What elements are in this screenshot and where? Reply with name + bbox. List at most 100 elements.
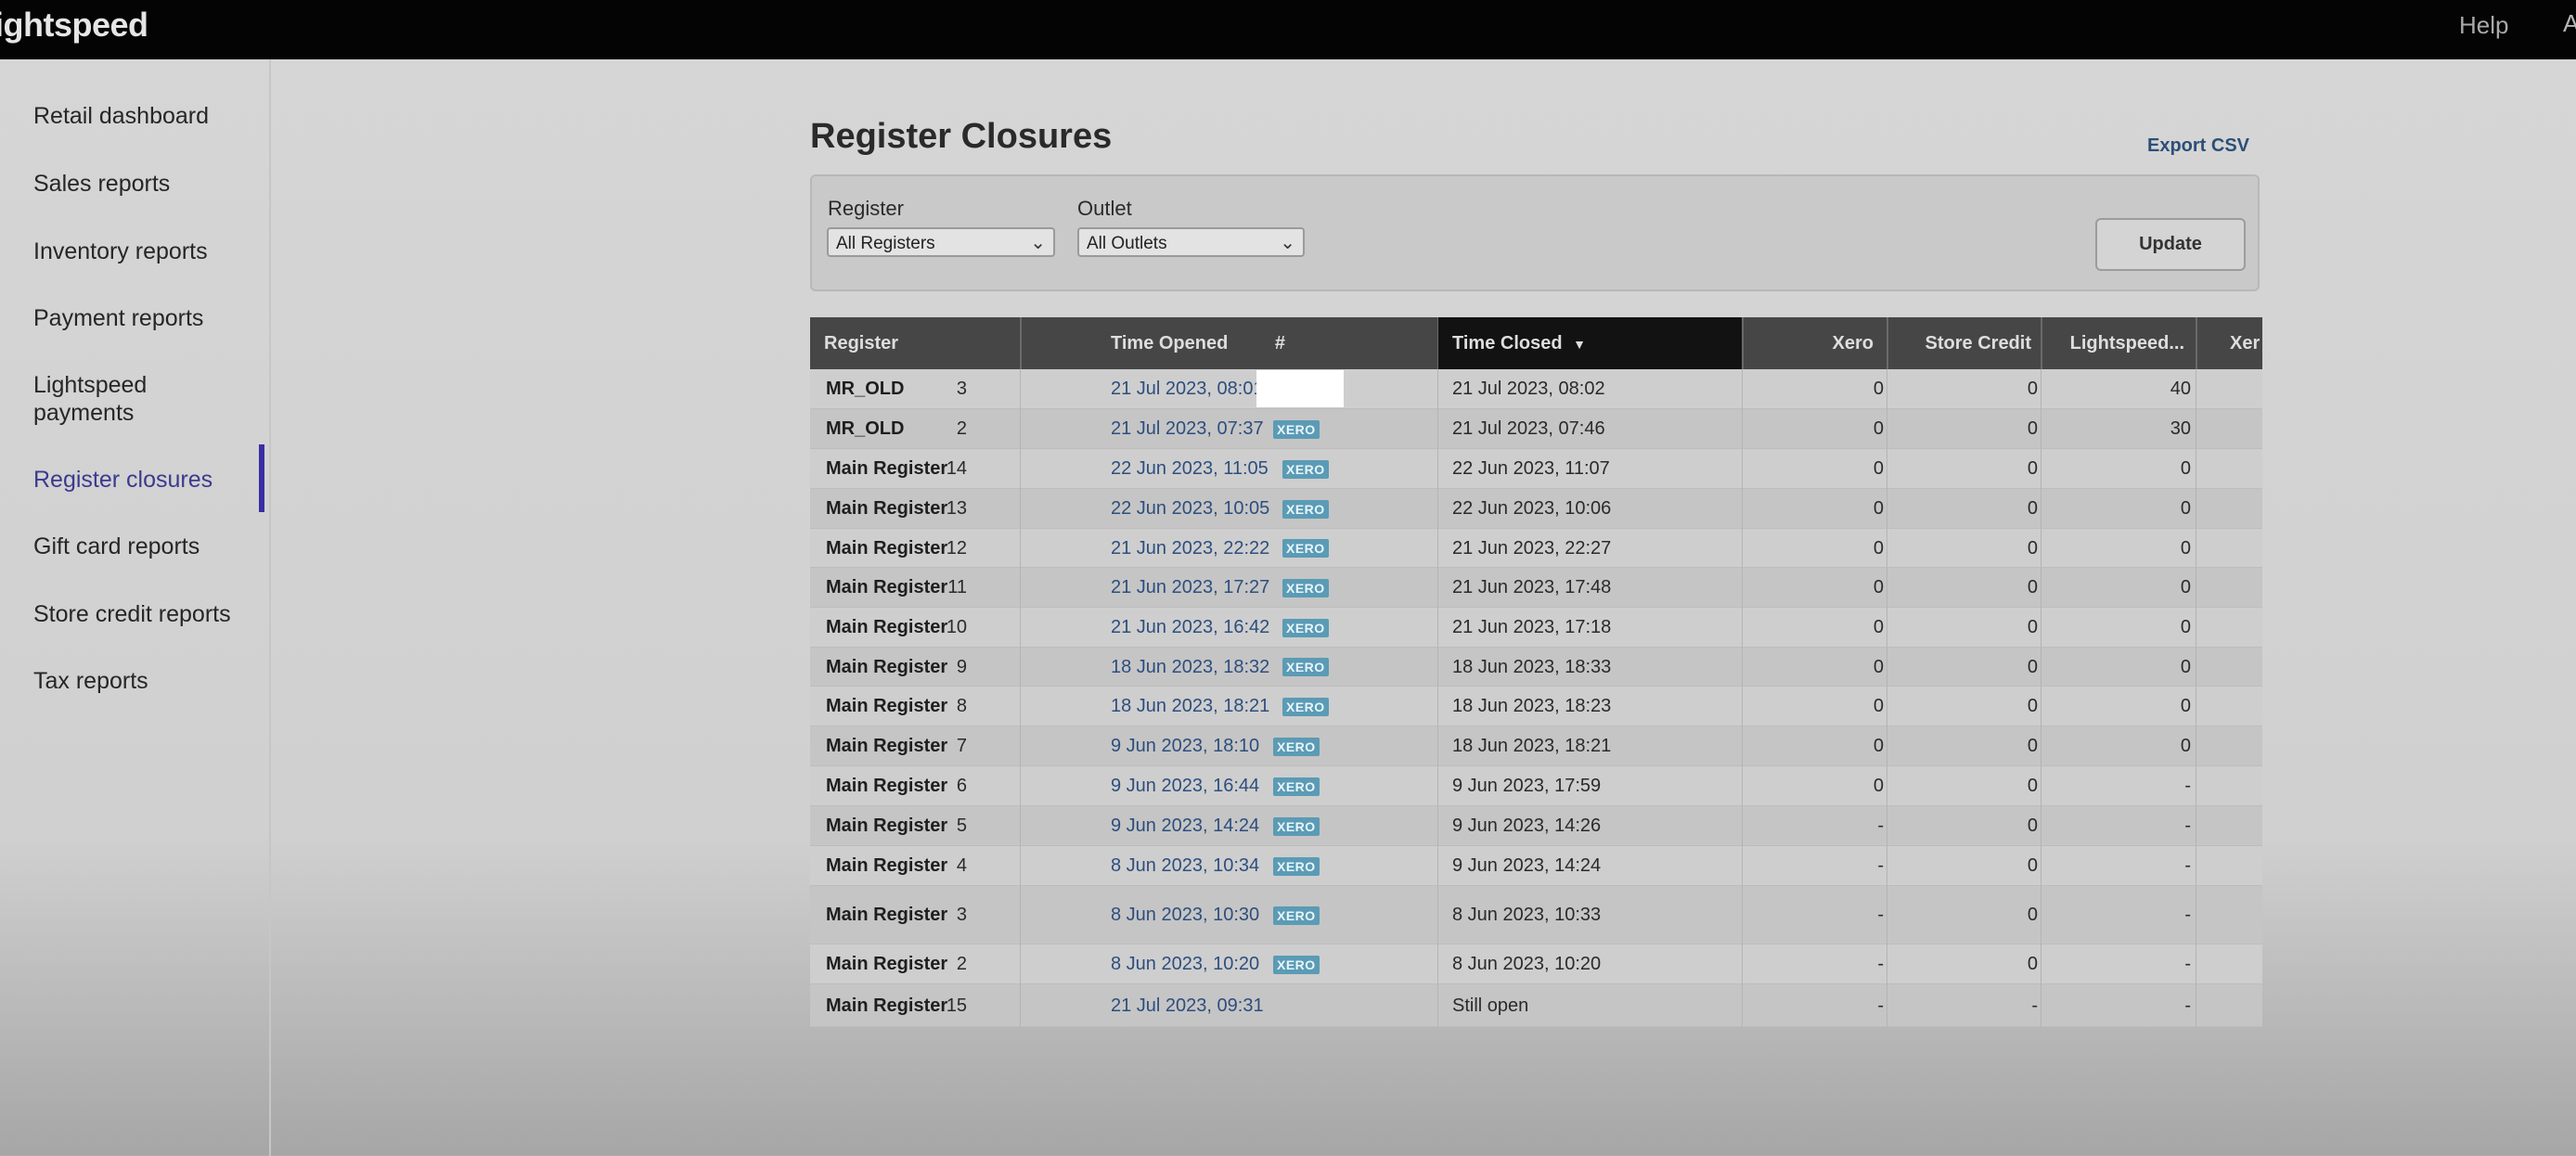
xero-badge[interactable]: XERO <box>1273 738 1320 756</box>
time-opened-link[interactable]: 21 Jul 2023, 07:37 <box>1111 409 1264 449</box>
lightspeed-cell: - <box>2184 776 2191 796</box>
xero-badge[interactable]: XERO <box>1282 619 1329 637</box>
xero-cell: - <box>1877 855 1884 876</box>
time-opened-link[interactable]: 9 Jun 2023, 16:44 <box>1111 766 1259 806</box>
xero-badge[interactable]: XERO <box>1273 817 1320 836</box>
time-opened-link[interactable]: 21 Jul 2023, 09:31 <box>1111 984 1264 1027</box>
store-credit-cell: 0 <box>2027 538 2038 559</box>
time-closed-cell: 9 Jun 2023, 14:26 <box>1452 816 1602 836</box>
sort-descending-icon: ▼ <box>1573 337 1586 352</box>
sidebar-item-payment-reports[interactable]: Payment reports <box>33 304 256 332</box>
lightspeed-cell: 0 <box>2180 736 2191 756</box>
table-row: Main Register 6 9 Jun 2023, 16:44 9 Jun 202… <box>810 766 2262 806</box>
xero-badge[interactable]: XERO <box>1282 698 1329 716</box>
table-row: MR_OLD 2 21 Jul 2023, 07:37 21 Jul 2023, 07… <box>810 409 2262 449</box>
time-closed-cell: Still open <box>1452 995 1529 1016</box>
lightspeed-cell: 0 <box>2180 657 2191 677</box>
table-row: Main Register 12 21 Jun 2023, 22:22 21 Jun … <box>810 529 2262 568</box>
column-header-time-closed[interactable]: Time Closed ▼ <box>1438 317 1742 369</box>
time-closed-cell: 22 Jun 2023, 10:06 <box>1452 498 1612 519</box>
column-header-time-opened[interactable]: Time Opened <box>1111 317 1389 369</box>
register-select-value: All Registers <box>836 234 935 253</box>
time-opened-link[interactable]: 21 Jul 2023, 08:01 <box>1111 369 1264 409</box>
outlet-select[interactable]: All Outlets ⌄ <box>1077 227 1305 257</box>
time-opened-link[interactable]: 18 Jun 2023, 18:32 <box>1111 648 1269 687</box>
sidebar-item-inventory-reports[interactable]: Inventory reports <box>33 238 256 265</box>
table-row: Main Register 7 9 Jun 2023, 18:10 18 Jun 20… <box>810 726 2262 766</box>
brand-logo[interactable]: ightspeed <box>0 6 148 45</box>
xero-badge[interactable]: XERO <box>1282 658 1329 676</box>
xero-badge[interactable]: XERO <box>1282 500 1329 519</box>
store-credit-cell: 0 <box>2027 458 2038 479</box>
store-credit-cell: 0 <box>2027 816 2038 836</box>
store-credit-cell: 0 <box>2027 498 2038 519</box>
table-row: Main Register 5 9 Jun 2023, 14:24 9 Jun 202… <box>810 806 2262 846</box>
xero-badge[interactable]: XERO <box>1273 857 1320 876</box>
help-link[interactable]: Help <box>2459 11 2508 40</box>
table-row: Main Register 9 18 Jun 2023, 18:32 18 Jun 2… <box>810 648 2262 687</box>
time-opened-link[interactable]: 22 Jun 2023, 10:05 <box>1111 489 1269 529</box>
time-opened-link[interactable]: 21 Jun 2023, 17:27 <box>1111 568 1269 608</box>
table-row: Main Register 8 18 Jun 2023, 18:21 18 Jun 2… <box>810 687 2262 726</box>
register-filter-label: Register <box>828 197 904 220</box>
store-credit-cell: 0 <box>2027 855 2038 876</box>
store-credit-cell: 0 <box>2027 577 2038 597</box>
lightspeed-cell: 40 <box>2170 379 2191 399</box>
xero-cell: 0 <box>1873 498 1884 519</box>
time-opened-link[interactable]: 8 Jun 2023, 10:34 <box>1111 846 1259 886</box>
time-closed-cell: 21 Jun 2023, 22:27 <box>1452 538 1612 559</box>
xero-badge[interactable]: XERO <box>1282 460 1329 479</box>
table-row: MR_OLD 3 21 Jul 2023, 08:01 21 Jul 2023, 08… <box>810 369 2262 409</box>
chevron-down-icon: ⌄ <box>1030 233 1046 253</box>
xero-cell: 0 <box>1873 538 1884 559</box>
time-opened-link[interactable]: 8 Jun 2023, 10:30 <box>1111 886 1259 944</box>
xero-cell: 0 <box>1873 736 1884 756</box>
xero-badge[interactable]: XERO <box>1282 539 1329 558</box>
sidebar: Retail dashboard Sales reports Inventory… <box>0 59 271 1156</box>
outlet-filter-label: Outlet <box>1077 197 1132 220</box>
store-credit-cell: 0 <box>2027 379 2038 399</box>
xero-badge[interactable]: XERO <box>1273 956 1320 974</box>
register-select[interactable]: All Registers ⌄ <box>827 227 1055 257</box>
time-opened-link[interactable]: 18 Jun 2023, 18:21 <box>1111 687 1269 726</box>
lightspeed-cell: 30 <box>2170 418 2191 439</box>
column-header-lightspeed[interactable]: Lightspeed... <box>2041 317 2196 369</box>
time-closed-cell: 8 Jun 2023, 10:20 <box>1452 954 1602 974</box>
xero-cell: 0 <box>1873 577 1884 597</box>
number-cell: 14 <box>946 458 967 479</box>
xero-badge[interactable]: XERO <box>1282 579 1329 597</box>
top-bar: ightspeed Help A <box>0 0 2576 59</box>
column-header-xero[interactable]: Xero <box>1742 317 1887 369</box>
sidebar-item-store-credit-reports[interactable]: Store credit reports <box>33 600 256 628</box>
sidebar-item-register-closures[interactable]: Register closures <box>33 466 256 494</box>
table-row: Main Register 3 8 Jun 2023, 10:30 8 Jun 202… <box>810 886 2262 944</box>
xero-badge[interactable]: XERO <box>1273 906 1320 925</box>
xero-badge[interactable]: XERO <box>1273 777 1320 796</box>
column-header-register[interactable]: Register <box>824 317 1010 369</box>
table-row: Main Register 13 22 Jun 2023, 10:05 22 Jun … <box>810 489 2262 529</box>
xero-badge[interactable]: XERO <box>1273 420 1320 439</box>
time-opened-link[interactable]: 21 Jun 2023, 16:42 <box>1111 608 1269 648</box>
export-csv-link[interactable]: Export CSV <box>2147 135 2249 157</box>
store-credit-cell: 0 <box>2027 905 2038 925</box>
sidebar-item-gift-card-reports[interactable]: Gift card reports <box>33 533 256 560</box>
time-closed-cell: 9 Jun 2023, 17:59 <box>1452 776 1602 796</box>
table-row: Main Register 4 8 Jun 2023, 10:34 9 Jun 202… <box>810 846 2262 886</box>
lightspeed-cell: - <box>2184 995 2191 1016</box>
time-opened-link[interactable]: 8 Jun 2023, 10:20 <box>1111 944 1259 984</box>
sidebar-item-lightspeed-payments[interactable]: Lightspeed payments <box>33 371 219 427</box>
user-avatar-icon[interactable]: A <box>2563 9 2576 38</box>
sidebar-item-tax-reports[interactable]: Tax reports <box>33 667 256 695</box>
xero-badge-highlight <box>1256 370 1344 407</box>
sidebar-item-retail-dashboard[interactable]: Retail dashboard <box>33 102 256 130</box>
store-credit-cell: 0 <box>2027 696 2038 716</box>
time-opened-link[interactable]: 21 Jun 2023, 22:22 <box>1111 529 1269 568</box>
time-opened-link[interactable]: 9 Jun 2023, 18:10 <box>1111 726 1259 766</box>
time-opened-link[interactable]: 9 Jun 2023, 14:24 <box>1111 806 1259 846</box>
time-opened-link[interactable]: 22 Jun 2023, 11:05 <box>1111 449 1269 489</box>
sidebar-item-sales-reports[interactable]: Sales reports <box>33 170 256 198</box>
update-button[interactable]: Update <box>2095 218 2246 271</box>
column-header-store-credit[interactable]: Store Credit <box>1887 317 2041 369</box>
column-header-xero-2[interactable]: Xer <box>2230 317 2262 369</box>
number-cell: 3 <box>956 905 967 925</box>
